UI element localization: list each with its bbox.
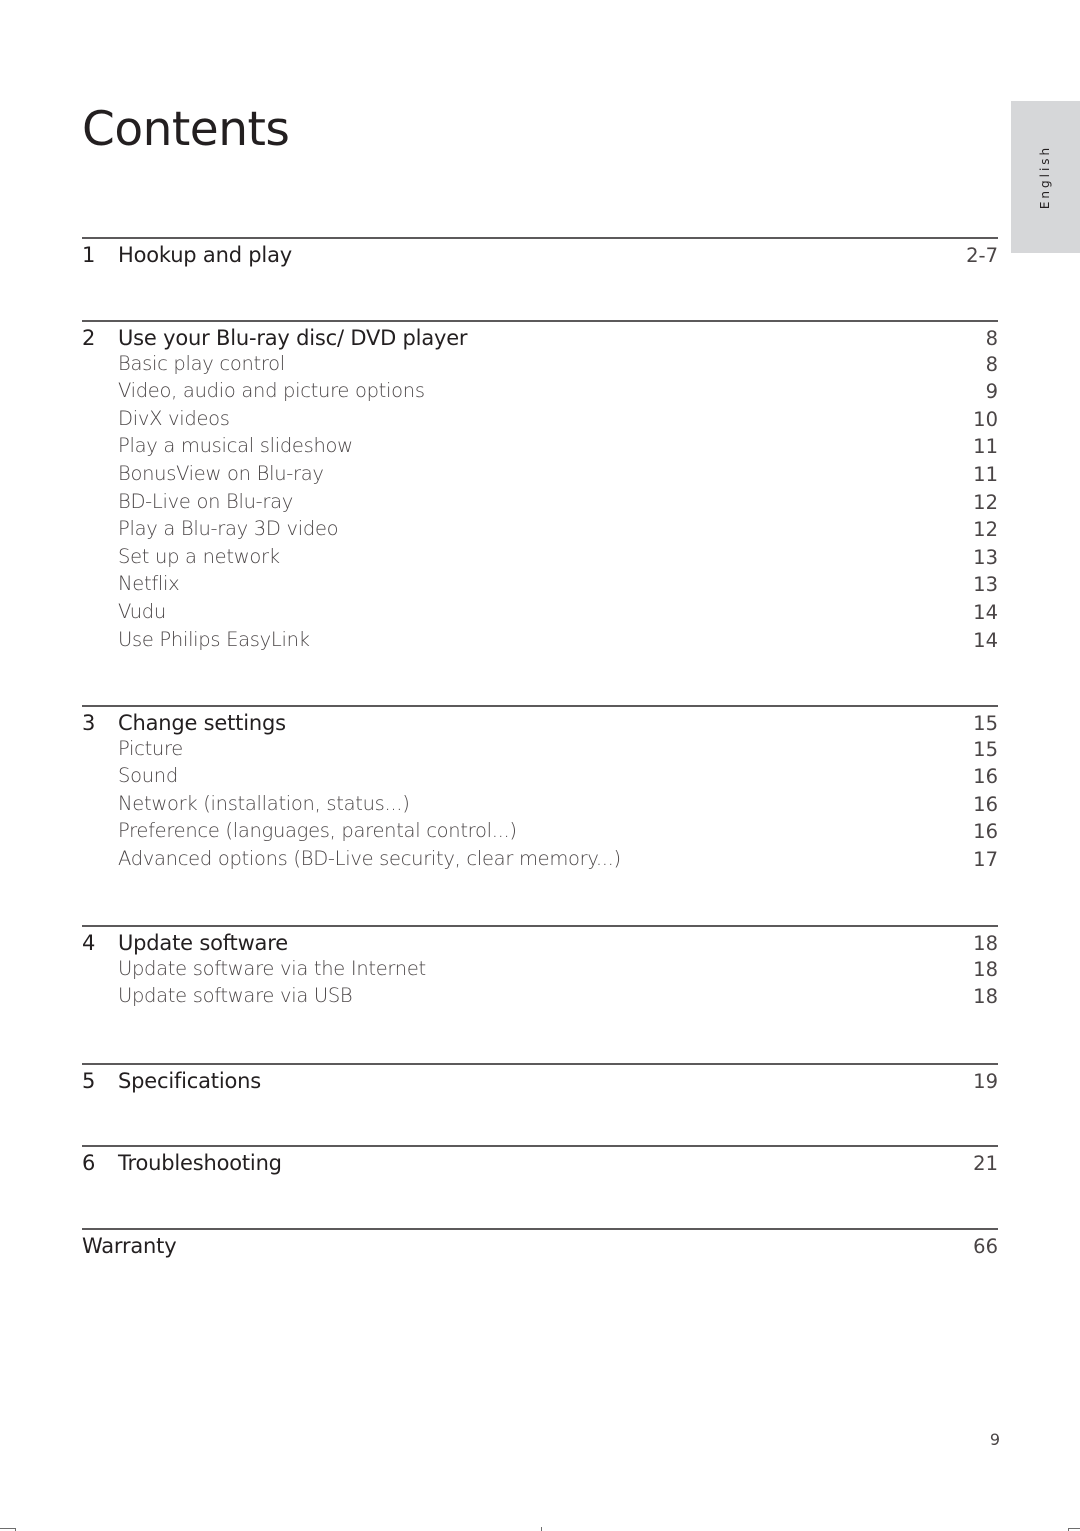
toc-chapter-entry[interactable]: 3 Change settings 15 (82, 707, 998, 735)
subsection-title: Video, audio and picture options (118, 379, 425, 403)
chapter-page: 15 (973, 712, 998, 735)
chapter-page: 18 (973, 932, 998, 955)
toc-subsection-entry[interactable]: BonusView on Blu-ray 11 (82, 460, 998, 488)
toc-subsection-entry[interactable]: Update software via USB 18 (82, 982, 998, 1010)
subsection-page: 12 (973, 490, 998, 514)
subsection-page: 16 (973, 820, 998, 844)
chapter-page: 2-7 (966, 244, 998, 267)
subsection-page: 17 (973, 847, 998, 871)
toc-section: 5 Specifications 19 (82, 1063, 998, 1093)
subsection-title: Basic play control (118, 351, 285, 375)
subsection-title: BD-Live on Blu-ray (118, 489, 294, 513)
subsection-title: Preference (languages, parental control.… (118, 819, 517, 843)
subsection-title: Play a Blu-ray 3D video (118, 517, 339, 541)
chapter-title: Troubleshooting (118, 1151, 282, 1175)
toc-section: 2 Use your Blu-ray disc/ DVD player 8 Basic… (82, 320, 998, 653)
chapter-number: 4 (82, 931, 96, 955)
toc-subsection-entry[interactable]: Update software via the Internet 18 (82, 955, 998, 983)
subsection-title: Picture (118, 736, 183, 760)
chapter-number: 6 (82, 1151, 96, 1175)
chapter-number: 1 (82, 243, 96, 267)
subsection-title: Use Philips EasyLink (118, 627, 310, 651)
subsection-page: 8 (985, 352, 998, 376)
language-tab: English (1011, 101, 1080, 253)
subsection-title: Network (installation, status...) (118, 791, 410, 815)
toc-section: Warranty 66 (82, 1228, 998, 1258)
subsection-title: DivX videos (118, 406, 230, 430)
subsection-page: 14 (973, 600, 998, 624)
toc-section: 6 Troubleshooting 21 (82, 1145, 998, 1175)
chapter-page: 8 (985, 327, 998, 350)
subsection-title: Set up a network (118, 544, 280, 568)
toc-subsection-entry[interactable]: Network (installation, status...) 16 (82, 790, 998, 818)
subsection-page: 13 (973, 545, 998, 569)
crop-mark-left (0, 1528, 15, 1529)
subsection-page: 14 (973, 628, 998, 652)
subsection-page: 9 (985, 380, 998, 404)
toc-subsection-entry[interactable]: Basic play control 8 (82, 350, 998, 378)
subsection-title: Netflix (118, 572, 180, 596)
chapter-title: Warranty (82, 1234, 177, 1258)
subsection-page: 16 (973, 792, 998, 816)
page-number: 9 (989, 1430, 1000, 1449)
toc-subsection-entry[interactable]: Use Philips EasyLink 14 (82, 626, 998, 654)
subsection-page: 16 (973, 765, 998, 789)
toc-subsection-entry[interactable]: Preference (languages, parental control.… (82, 817, 998, 845)
toc-subsection-entry[interactable]: Play a Blu-ray 3D video 12 (82, 515, 998, 543)
chapter-page: 21 (973, 1152, 998, 1175)
crop-mark-center (541, 1527, 542, 1531)
subsection-title: Advanced options (BD-Live security, clea… (118, 846, 621, 870)
chapter-title: Update software (118, 931, 288, 955)
toc-subsection-entry[interactable]: Play a musical slideshow 11 (82, 432, 998, 460)
chapter-page: 66 (973, 1235, 998, 1258)
subsection-page: 11 (973, 462, 998, 486)
subsection-page: 13 (973, 573, 998, 597)
subsection-title: Vudu (118, 599, 166, 623)
toc-subsection-entry[interactable]: Advanced options (BD-Live security, clea… (82, 845, 998, 873)
subsection-title: Update software via the Internet (118, 956, 426, 980)
subsection-page: 10 (973, 407, 998, 431)
subsection-title: Update software via USB (118, 984, 353, 1008)
chapter-number: 2 (82, 326, 96, 350)
crop-mark-right (1068, 1528, 1080, 1529)
subsection-page: 18 (973, 957, 998, 981)
chapter-title: Hookup and play (118, 243, 292, 267)
chapter-number: 5 (82, 1069, 96, 1093)
toc-chapter-entry[interactable]: 1 Hookup and play 2-7 (82, 239, 998, 267)
subsection-title: Sound (118, 764, 178, 788)
toc-chapter-entry[interactable]: 6 Troubleshooting 21 (82, 1147, 998, 1175)
chapter-number: 3 (82, 711, 96, 735)
toc-subsection-entry[interactable]: Set up a network 13 (82, 543, 998, 571)
subsection-title: BonusView on Blu-ray (118, 461, 324, 485)
page-title: Contents (82, 102, 290, 157)
toc-chapter-entry[interactable]: 2 Use your Blu-ray disc/ DVD player 8 (82, 322, 998, 350)
toc-section: 1 Hookup and play 2-7 (82, 237, 998, 267)
toc-subsection-entry[interactable]: Video, audio and picture options 9 (82, 377, 998, 405)
subsection-title: Play a musical slideshow (118, 434, 353, 458)
chapter-page: 19 (973, 1070, 998, 1093)
toc-chapter-entry[interactable]: 5 Specifications 19 (82, 1065, 998, 1093)
chapter-title: Use your Blu-ray disc/ DVD player (118, 326, 468, 350)
toc-subsection-entry[interactable]: Vudu 14 (82, 598, 998, 626)
toc-subsection-entry[interactable]: Sound 16 (82, 762, 998, 790)
toc-subsection-entry[interactable]: BD-Live on Blu-ray 12 (82, 488, 998, 516)
subsection-page: 12 (973, 518, 998, 542)
toc-chapter-entry[interactable]: 4 Update software 18 (82, 927, 998, 955)
toc-section: 4 Update software 18 Update software via th… (82, 925, 998, 1010)
toc-section: 3 Change settings 15 Picture 15 Sound 16 Networ… (82, 705, 998, 873)
subsection-page: 15 (973, 737, 998, 761)
chapter-title: Specifications (118, 1069, 261, 1093)
toc-subsection-entry[interactable]: DivX videos 10 (82, 405, 998, 433)
subsection-page: 11 (973, 435, 998, 459)
subsection-page: 18 (973, 985, 998, 1009)
toc-subsection-entry[interactable]: Picture 15 (82, 735, 998, 763)
chapter-title: Change settings (118, 711, 286, 735)
language-tab-label: English (1038, 144, 1052, 210)
toc-chapter-entry[interactable]: Warranty 66 (82, 1230, 998, 1258)
toc-subsection-entry[interactable]: Netflix 13 (82, 570, 998, 598)
